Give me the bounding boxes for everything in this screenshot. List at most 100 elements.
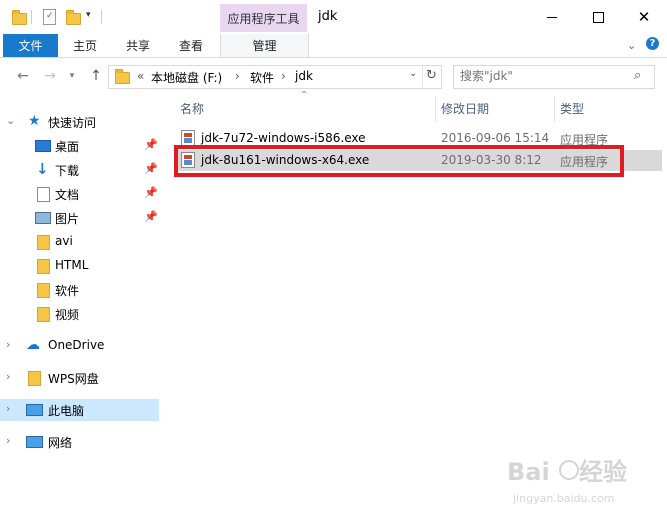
close-icon: ✕ [637,8,651,26]
breadcrumb-drive[interactable]: 本地磁盘 (F:) [151,69,222,86]
close-button[interactable]: ✕ [621,0,667,34]
sidebar-item-label: OneDrive [48,338,105,352]
window-title: jdk [318,9,338,24]
up-arrow-icon: ↑ [90,68,102,84]
search-input[interactable] [460,69,620,83]
sidebar-item-pictures[interactable]: 图片 📌 [0,207,159,229]
folder-icon [28,371,41,386]
pin-icon[interactable]: 📌 [144,162,158,175]
folder-icon [115,69,130,84]
divider [31,10,32,24]
column-header-date[interactable]: 修改日期 [441,100,489,117]
sidebar-item-quick-access[interactable]: ⌄ ★ 快速访问 [0,111,159,133]
file-date: 2016-09-06 15:14 [441,131,550,145]
sidebar-item-label: 软件 [55,284,80,298]
search-icon[interactable]: ⌕ [634,68,641,83]
sidebar-item-onedrive[interactable]: › ☁ OneDrive [0,335,159,357]
sidebar-item-network[interactable]: › 网络 [0,431,159,453]
sidebar-item-label: 此电脑 [48,404,85,418]
column-header-name[interactable]: 名称 [180,100,204,117]
tab-home[interactable]: 主页 [62,34,108,57]
baidu-jingyan-logo: Bai 经验 jingyan.baidu.com [507,458,627,505]
column-divider[interactable] [435,96,436,122]
help-icon[interactable]: ? [646,37,659,50]
breadcrumb-separator[interactable]: › [235,69,240,83]
chevron-down-icon: ▾ [69,71,75,81]
context-tab-title: 应用程序工具 [227,12,300,26]
sidebar-item-desktop[interactable]: 桌面 📌 [0,135,159,157]
folder-icon [37,283,50,298]
divider [422,66,423,88]
svg-text:经验: 经验 [579,458,627,486]
folder-icon [37,259,50,274]
sidebar-item-videos[interactable]: 视频 [0,303,159,325]
pin-icon[interactable]: 📌 [144,186,158,199]
sidebar-item-documents[interactable]: 文档 📌 [0,183,159,205]
tab-share[interactable]: 共享 [115,34,161,57]
breadcrumb-software[interactable]: 软件 [250,69,274,86]
expand-ribbon-icon[interactable]: ⌄ [627,39,636,52]
sidebar-item-label: 下载 [55,164,80,178]
cloud-icon: ☁ [26,337,40,353]
sidebar-item-label: HTML [55,258,89,272]
address-bar[interactable]: « 本地磁盘 (F:) › 软件 › jdk ⌄ ↻ [108,65,442,89]
chevron-down-icon[interactable]: ⌄ [6,114,15,127]
minimize-icon [547,16,557,18]
divider [101,10,102,24]
new-folder-icon[interactable] [66,10,81,25]
back-button[interactable]: ← [13,66,33,86]
computer-icon [26,404,43,416]
sidebar-item-avi[interactable]: avi [0,231,159,253]
document-icon [37,187,50,202]
folder-icon [37,235,50,250]
overflow-chevron[interactable]: « [137,69,144,83]
sidebar-item-label: WPS网盘 [48,372,99,386]
sidebar-item-label: 视频 [55,308,80,322]
tab-manage[interactable]: 管理 [220,34,309,57]
chevron-right-icon[interactable]: › [6,402,10,415]
sidebar-item-label: 快速访问 [48,116,97,130]
forward-arrow-icon: → [44,68,56,84]
chevron-right-icon[interactable]: › [6,434,10,447]
sidebar-item-html[interactable]: HTML [0,255,159,277]
recent-locations-button[interactable]: ▾ [62,66,82,86]
up-button[interactable]: ↑ [86,66,106,86]
svg-text:Bai: Bai [507,458,550,486]
refresh-icon[interactable]: ↻ [426,68,437,83]
sidebar-item-this-pc[interactable]: › 此电脑 [0,399,159,421]
sidebar-item-label: 文档 [55,188,80,202]
sort-up-icon: ⌃ [300,90,309,101]
baidu-watermark: Bai 经验 jingyan.baidu.com [505,452,655,512]
maximize-icon [592,11,604,23]
pin-icon[interactable]: 📌 [144,138,158,151]
properties-icon[interactable]: ✓ [43,9,56,25]
download-icon: ↓ [36,160,49,178]
address-dropdown-icon[interactable]: ⌄ [409,68,417,79]
desktop-icon [35,140,51,152]
sidebar-item-label: 网络 [48,436,73,450]
maximize-button[interactable] [575,0,621,34]
forward-button[interactable]: → [40,66,60,86]
svg-text:jingyan.baidu.com: jingyan.baidu.com [512,492,615,505]
tab-view[interactable]: 查看 [168,34,214,57]
installer-icon [181,130,195,146]
sidebar-item-wps[interactable]: › WPS网盘 [0,367,159,389]
tab-file[interactable]: 文件 [3,34,58,57]
customize-quick-access-icon[interactable]: ▾ [86,10,91,20]
search-box[interactable]: ⌕ [453,65,655,89]
sidebar-item-label: 图片 [55,212,80,226]
folder-icon [12,10,27,25]
chevron-right-icon[interactable]: › [6,338,10,351]
chevron-right-icon[interactable]: › [6,370,10,383]
highlight-annotation-box [174,145,624,177]
pin-icon[interactable]: 📌 [144,210,158,223]
column-header-type[interactable]: 类型 [560,100,584,117]
star-icon: ★ [28,113,41,129]
sidebar-item-downloads[interactable]: ↓ 下载 📌 [0,159,159,181]
breadcrumb-jdk[interactable]: jdk [295,69,313,83]
minimize-button[interactable] [529,0,575,34]
breadcrumb-separator[interactable]: › [281,69,286,83]
sidebar-item-software[interactable]: 软件 [0,279,159,301]
file-name: jdk-7u72-windows-i586.exe [201,131,366,145]
column-divider[interactable] [554,96,555,122]
